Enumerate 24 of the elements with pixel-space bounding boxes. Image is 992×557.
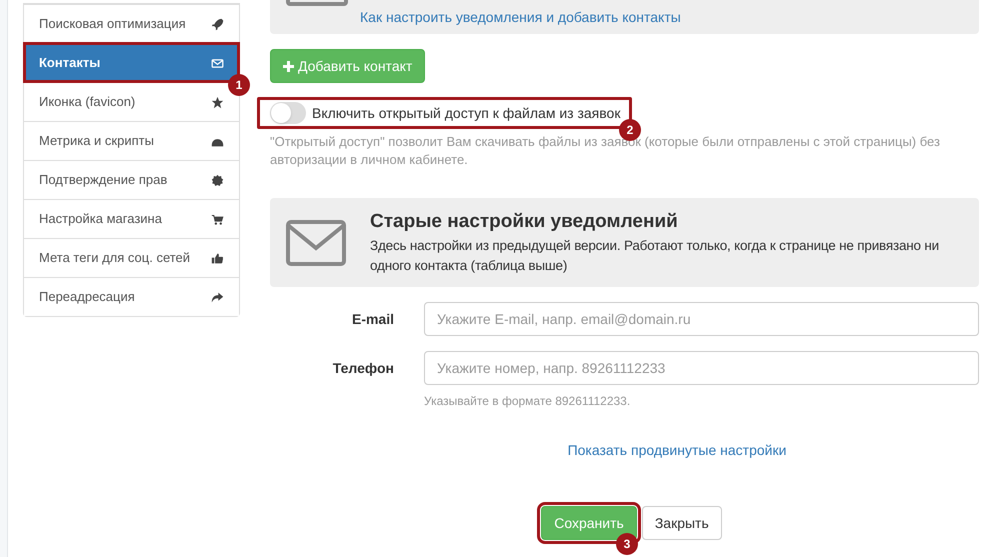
sidebar-item[interactable]: Контакты <box>24 43 239 82</box>
field-label: E-mail <box>350 310 395 329</box>
cart-icon <box>211 212 224 226</box>
input-field[interactable]: Укажите E-mail, напр. email@domain.ru <box>424 302 979 336</box>
plus-icon <box>283 60 294 72</box>
advanced-settings-link[interactable]: Показать продвинутые настройки <box>568 440 786 461</box>
step-number-badge: 1 <box>228 74 250 96</box>
toggle-label: Включить открытый доступ к файлам из заявок <box>312 104 620 123</box>
star-icon <box>211 96 224 108</box>
section-title: Старые настройки уведомлений <box>370 210 679 234</box>
field-label: Телефон <box>332 359 395 378</box>
sidebar-item[interactable]: Поисковая оптимизация <box>24 4 239 43</box>
seal-icon <box>211 174 224 186</box>
thumbs-up-icon <box>211 252 224 264</box>
rocket-icon <box>211 18 224 30</box>
sidebar-item[interactable]: Переадресация <box>24 277 239 316</box>
share-icon <box>211 290 224 304</box>
step-number-badge: 3 <box>616 533 638 555</box>
hint-text: Указывайте в формате 89261112233. <box>424 393 632 410</box>
help-link[interactable]: Как настроить уведомления и добавить контакты <box>360 9 681 25</box>
close-button[interactable]: Закрыть <box>642 506 722 540</box>
toggle-switch[interactable] <box>270 102 306 124</box>
input-field[interactable]: Укажите номер, напр. 89261112233 <box>424 351 979 385</box>
section-description: Здесь настройки из предыдущей версии. Работают только, когда к странице не привязано ни одного контакта (таблица выше) <box>370 236 940 275</box>
